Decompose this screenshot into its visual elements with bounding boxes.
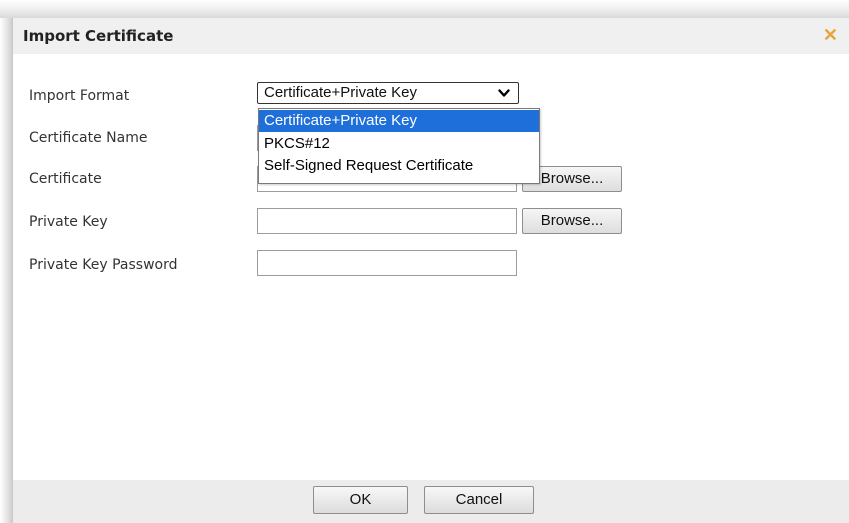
- import-format-dropdown-list: Certificate+Private Key PKCS#12 Self-Sig…: [258, 108, 540, 184]
- window-shadow-top: [0, 0, 849, 18]
- cancel-button[interactable]: Cancel: [424, 486, 534, 514]
- import-format-select[interactable]: Certificate+Private Key: [257, 82, 519, 104]
- private-key-browse-button[interactable]: Browse...: [522, 208, 622, 234]
- window-shadow-left: [0, 18, 12, 523]
- private-key-label: Private Key: [29, 214, 108, 230]
- private-key-password-input[interactable]: [257, 250, 517, 276]
- dropdown-option-certificate-private-key[interactable]: Certificate+Private Key: [259, 110, 539, 132]
- dialog-title: Import Certificate: [23, 27, 174, 45]
- import-format-label: Import Format: [29, 88, 130, 104]
- dropdown-option-self-signed-request-certificate[interactable]: Self-Signed Request Certificate: [259, 155, 539, 177]
- dialog-titlebar: Import Certificate ✕: [13, 18, 849, 54]
- dialog-footer: OK Cancel: [13, 480, 849, 523]
- certificate-label: Certificate: [29, 171, 102, 187]
- close-icon[interactable]: ✕: [823, 25, 838, 45]
- import-format-selected-value: Certificate+Private Key: [264, 84, 417, 101]
- private-key-password-label: Private Key Password: [29, 257, 178, 273]
- dropdown-option-pkcs12[interactable]: PKCS#12: [259, 133, 539, 155]
- chevron-down-icon: [498, 89, 510, 97]
- ok-button[interactable]: OK: [313, 486, 408, 514]
- import-certificate-dialog: Import Certificate ✕ Import Format Certi…: [12, 18, 849, 523]
- certificate-name-label: Certificate Name: [29, 130, 148, 146]
- private-key-file-input[interactable]: [257, 208, 517, 234]
